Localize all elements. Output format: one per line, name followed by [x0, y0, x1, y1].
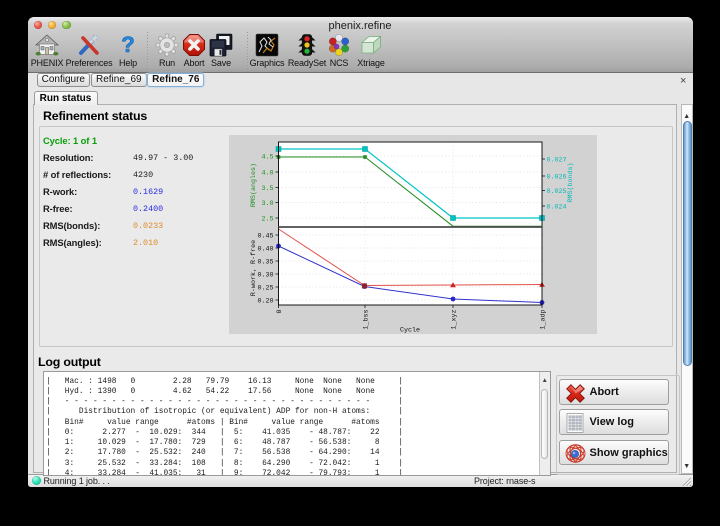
- svg-text:3.0: 3.0: [261, 200, 273, 208]
- svg-text:0.20: 0.20: [257, 298, 273, 306]
- svg-text:0.026: 0.026: [547, 174, 567, 182]
- svg-text:0.027: 0.027: [547, 157, 567, 165]
- svg-text:0.024: 0.024: [547, 204, 567, 212]
- svg-text:0.25: 0.25: [257, 285, 273, 293]
- svg-text:RMS(bonds): RMS(bonds): [567, 162, 575, 202]
- svg-text:1_adp: 1_adp: [540, 310, 548, 330]
- svg-text:0.45: 0.45: [257, 233, 273, 241]
- svg-text:0.30: 0.30: [257, 272, 273, 280]
- svg-text:4.5: 4.5: [261, 154, 273, 162]
- svg-text:1_bss: 1_bss: [363, 310, 371, 330]
- svg-text:Cycle: Cycle: [400, 327, 420, 335]
- svg-text:3.5: 3.5: [261, 185, 273, 193]
- svg-text:R-work, R-free: R-work, R-free: [250, 240, 258, 296]
- svg-text:0.025: 0.025: [547, 188, 567, 196]
- svg-text:4.0: 4.0: [261, 170, 273, 178]
- svg-text:0: 0: [276, 310, 284, 314]
- svg-text:1_xyz: 1_xyz: [451, 310, 459, 330]
- svg-text:?: ?: [121, 33, 134, 57]
- svg-text:0.40: 0.40: [257, 246, 273, 254]
- svg-text:0.35: 0.35: [257, 259, 273, 267]
- svg-text:2.5: 2.5: [261, 216, 273, 224]
- svg-text:RMS(angles): RMS(angles): [250, 163, 258, 207]
